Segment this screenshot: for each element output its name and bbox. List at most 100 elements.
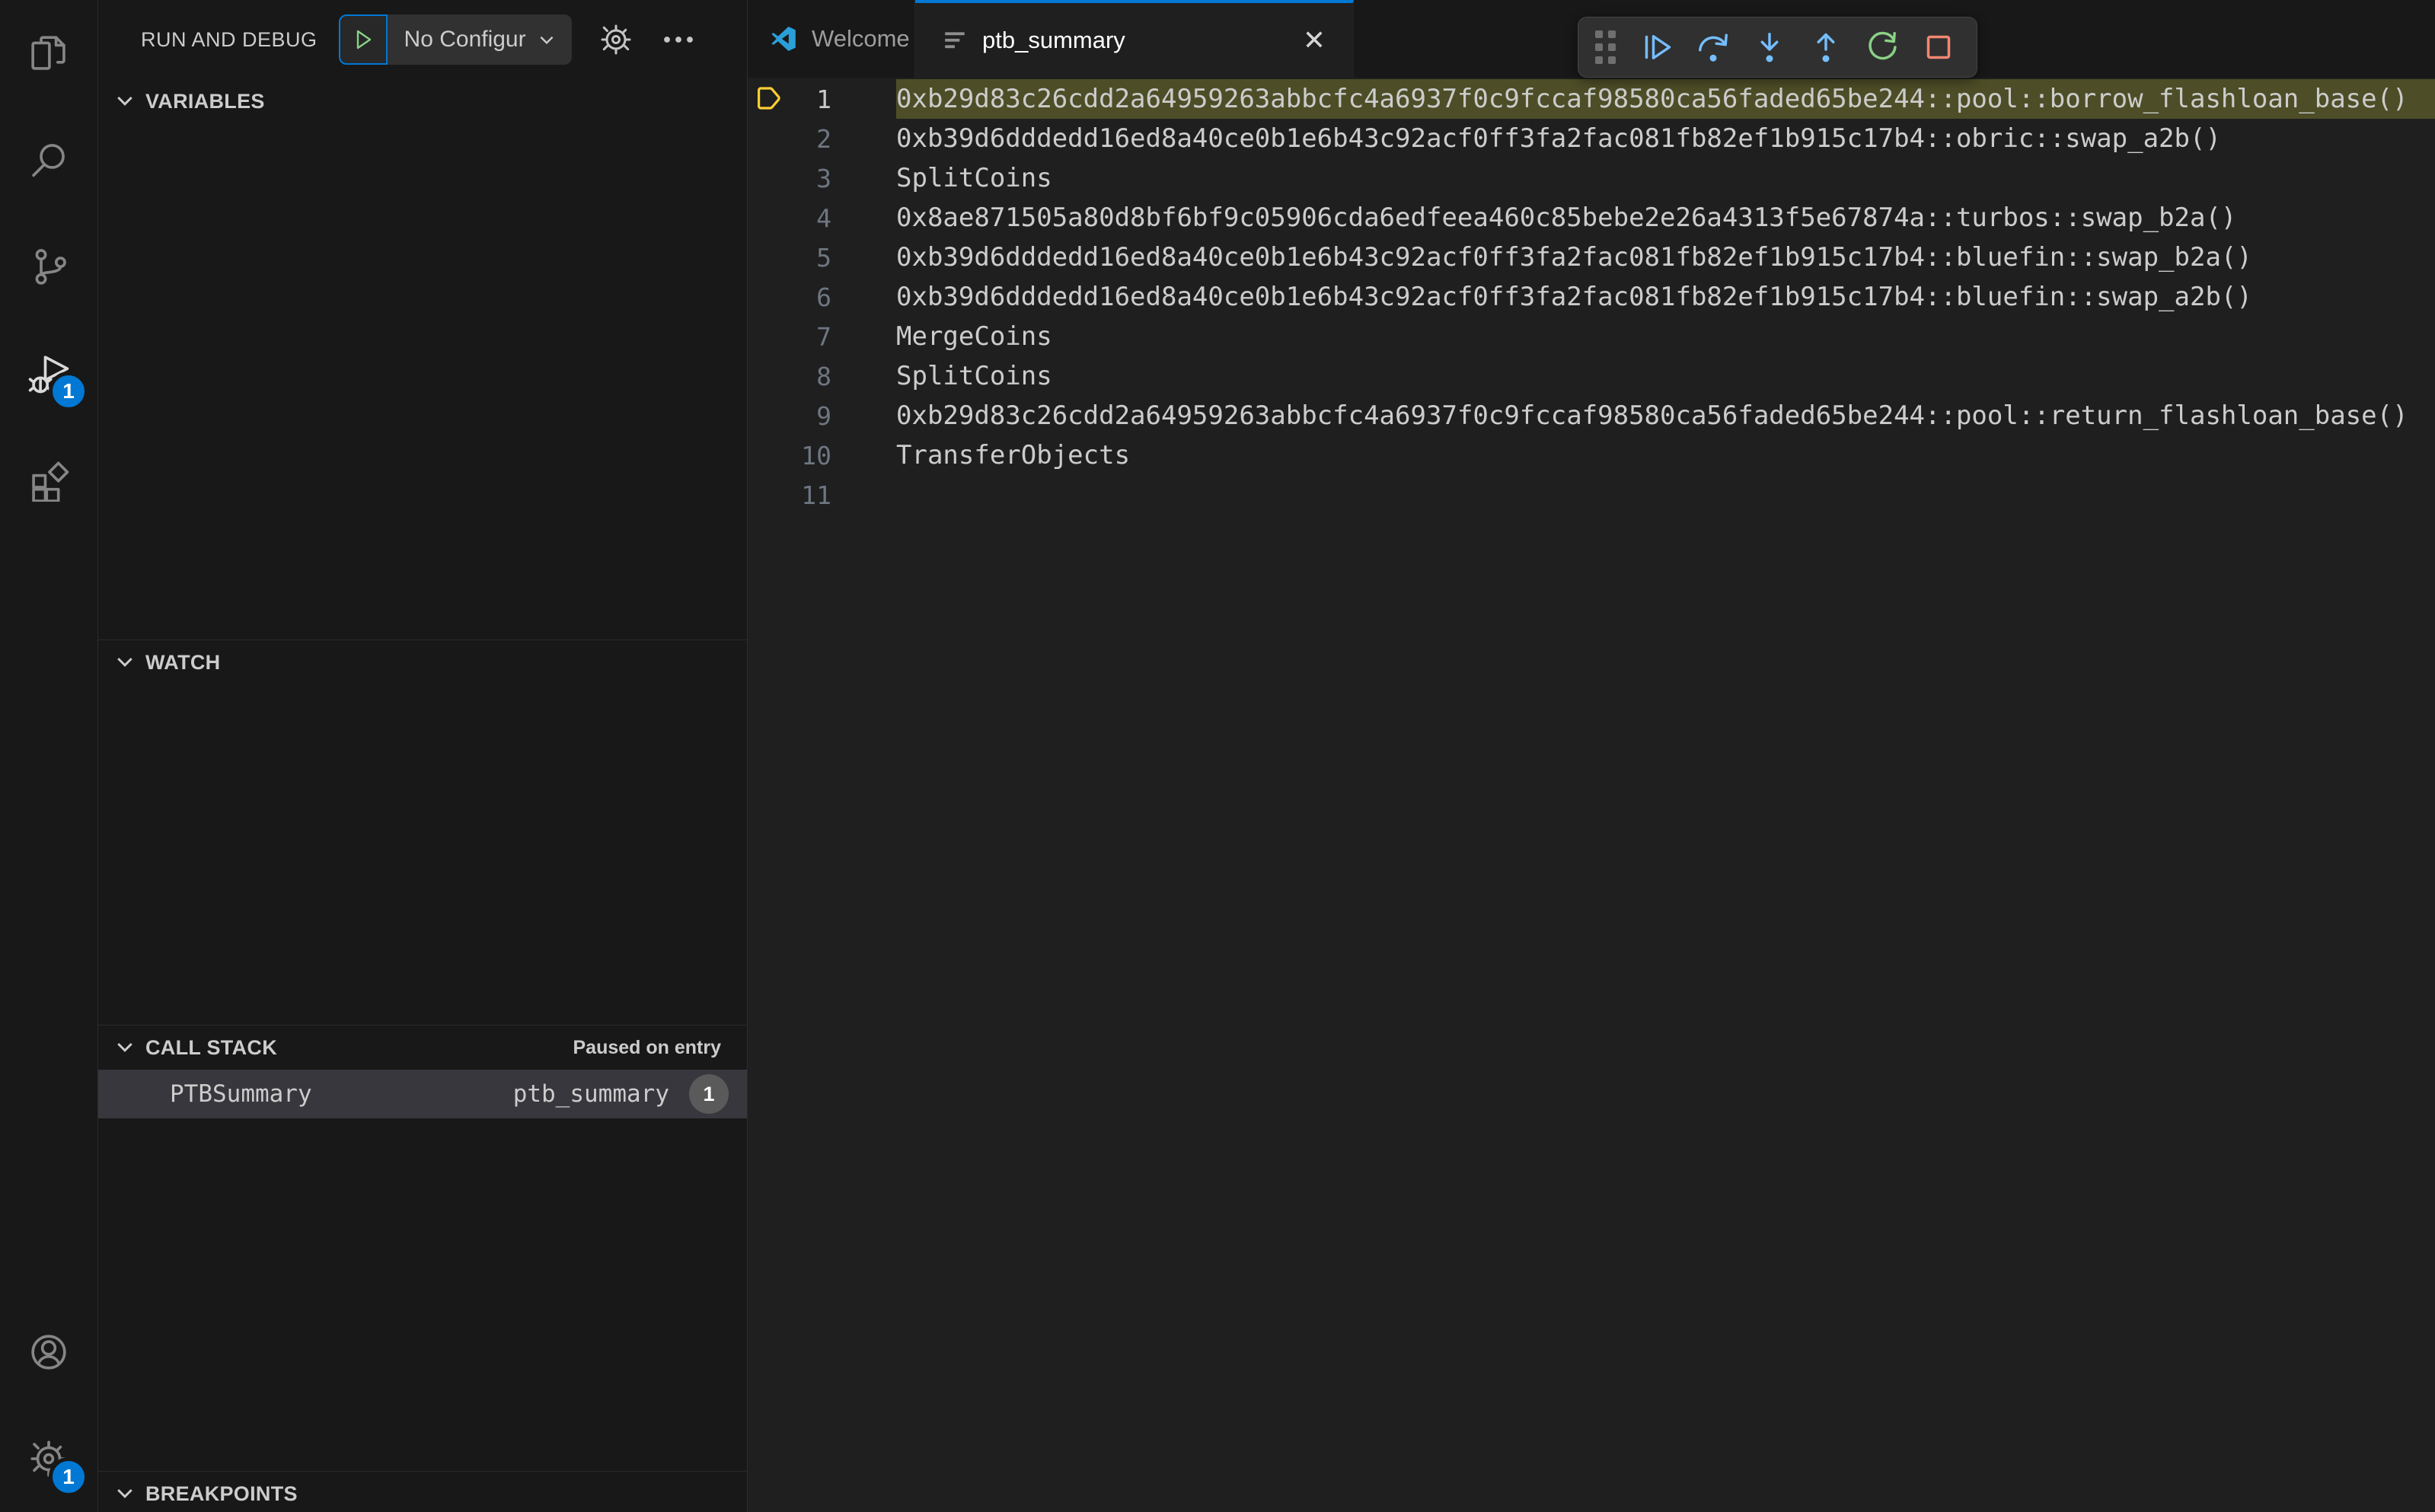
settings-badge: 1 [49,1457,88,1497]
ellipsis-icon [663,37,693,43]
step-out-button[interactable] [1800,21,1852,73]
variables-section-label: VARIABLES [145,89,265,113]
line-gutter[interactable]: 11 [748,475,896,515]
stop-button[interactable] [1913,21,1964,73]
search-icon [32,144,65,177]
vscode-window: 1 1 RUN AND DEBUG No Configur VARIABLES … [0,0,2435,1512]
line-gutter[interactable]: 1 [748,79,896,119]
watch-section-header[interactable]: WATCH [98,640,747,684]
line-gutter[interactable]: 2 [748,119,896,158]
line-number: 9 [816,400,831,431]
line-gutter[interactable]: 4 [748,198,896,238]
line-number: 4 [816,203,831,233]
start-debug-icon [356,30,371,49]
breakpoints-section-header[interactable]: BREAKPOINTS [98,1472,747,1512]
code-line[interactable]: 10 TransferObjects [748,435,2435,475]
line-gutter[interactable]: 10 [748,435,896,475]
files-icon [31,36,65,70]
line-gutter[interactable]: 5 [748,238,896,277]
tab-label: Welcome [812,25,910,52]
breakpoints-section-label: BREAKPOINTS [145,1482,298,1505]
extensions-icon [32,461,69,502]
debug-settings-button[interactable] [598,21,634,58]
start-debug-button[interactable] [338,14,388,65]
call-stack-frame-meta: ptb_summary 1 [513,1074,729,1114]
sidebar-item-accounts[interactable] [0,1299,97,1405]
line-number: 10 [801,440,831,471]
activity-bar: 1 1 [0,0,98,1512]
line-number: 1 [816,84,831,114]
sidebar-item-run-and-debug[interactable]: 1 [0,320,97,426]
code-line[interactable]: 11 [748,475,2435,515]
debug-stackframe-icon [757,85,784,113]
chevron-down-icon [117,96,132,106]
gear-icon [601,24,631,55]
code-text: 0xb39d6dddedd16ed8a40ce0b1e6b43c92acf0ff… [896,282,2252,312]
code-text: SplitCoins [896,361,1052,391]
code-editor[interactable]: 1 0xb29d83c26cdd2a64959263abbcfc4a6937f0c… [748,78,2435,1512]
chevron-down-icon [117,657,132,667]
close-icon[interactable]: ✕ [1303,27,1326,54]
sidebar-item-extensions[interactable] [0,426,97,533]
debug-config-control: No Configur [338,14,572,65]
debug-badge: 1 [49,372,88,411]
sidebar-item-explorer[interactable] [0,0,97,107]
restart-icon [1869,31,1897,60]
code-line[interactable]: 7 MergeCoins [748,317,2435,356]
stop-icon [1926,35,1951,59]
tab-welcome[interactable]: Welcome [748,0,915,78]
line-gutter[interactable]: 9 [748,396,896,435]
step-over-button[interactable] [1687,21,1739,73]
tab-label: ptb_summary [982,27,1125,53]
code-line[interactable]: 5 0xb39d6dddedd16ed8a40ce0b1e6b43c92acf0f… [748,238,2435,277]
debug-config-dropdown[interactable]: No Configur [387,14,572,65]
account-icon [31,1335,66,1370]
code-text: 0xb39d6dddedd16ed8a40ce0b1e6b43c92acf0ff… [896,242,2252,273]
sidebar-title: RUN AND DEBUG [141,27,318,51]
file-list-icon [945,32,965,49]
sidebar-item-source-control[interactable] [0,213,97,320]
line-gutter[interactable]: 7 [748,317,896,356]
code-text: 0xb29d83c26cdd2a64959263abbcfc4a6937f0c9… [896,400,2408,431]
breakpoints-section: BREAKPOINTS [98,1471,747,1512]
code-line[interactable]: 3 SplitCoins [748,158,2435,198]
chevron-down-icon [117,1042,132,1052]
call-stack-section-body [98,1118,747,1471]
code-line[interactable]: 9 0xb29d83c26cdd2a64959263abbcfc4a6937f0c… [748,396,2435,435]
call-stack-frame-name: PTBSummary [170,1080,312,1108]
line-number: 6 [816,282,831,312]
line-number: 3 [816,163,831,193]
watch-section: WATCH [98,640,747,1025]
step-into-button[interactable] [1744,21,1795,73]
toolbar-drag-handle-icon[interactable] [1595,30,1616,64]
line-gutter[interactable]: 8 [748,356,896,396]
code-line[interactable]: 8 SplitCoins [748,356,2435,396]
tab-ptb-summary[interactable]: ptb_summary ✕ [915,0,1354,78]
variables-section-header[interactable]: VARIABLES [98,79,747,123]
sidebar-item-settings[interactable]: 1 [0,1405,97,1512]
code-line[interactable]: 2 0xb39d6dddedd16ed8a40ce0b1e6b43c92acf0f… [748,119,2435,158]
call-stack-frame-row[interactable]: PTBSummary ptb_summary 1 [98,1070,747,1118]
watch-section-body [98,684,747,1025]
line-gutter[interactable]: 3 [748,158,896,198]
call-stack-frame-badge: 1 [689,1074,729,1114]
run-and-debug-sidebar: RUN AND DEBUG No Configur VARIABLES WATC… [98,0,748,1512]
code-line[interactable]: 6 0xb39d6dddedd16ed8a40ce0b1e6b43c92acf0f… [748,277,2435,317]
activity-bar-bottom: 1 [0,1299,97,1512]
sidebar-header: RUN AND DEBUG No Configur [98,0,747,79]
code-text: SplitCoins [896,163,1052,193]
step-out-icon [1817,33,1835,62]
debug-config-label: No Configur [404,27,526,52]
sidebar-item-search[interactable] [0,107,97,213]
line-gutter[interactable]: 6 [748,277,896,317]
continue-icon [1645,35,1671,59]
code-line[interactable]: 1 0xb29d83c26cdd2a64959263abbcfc4a6937f0c… [748,79,2435,119]
call-stack-section-header[interactable]: CALL STACK Paused on entry [98,1026,747,1070]
code-line[interactable]: 4 0x8ae871505a80d8bf6bf9c05906cda6edfeea4… [748,198,2435,238]
restart-button[interactable] [1856,21,1908,73]
views-more-actions-button[interactable] [660,21,697,58]
variables-section-body [98,123,747,640]
continue-button[interactable] [1631,21,1683,73]
line-number: 7 [816,321,831,352]
